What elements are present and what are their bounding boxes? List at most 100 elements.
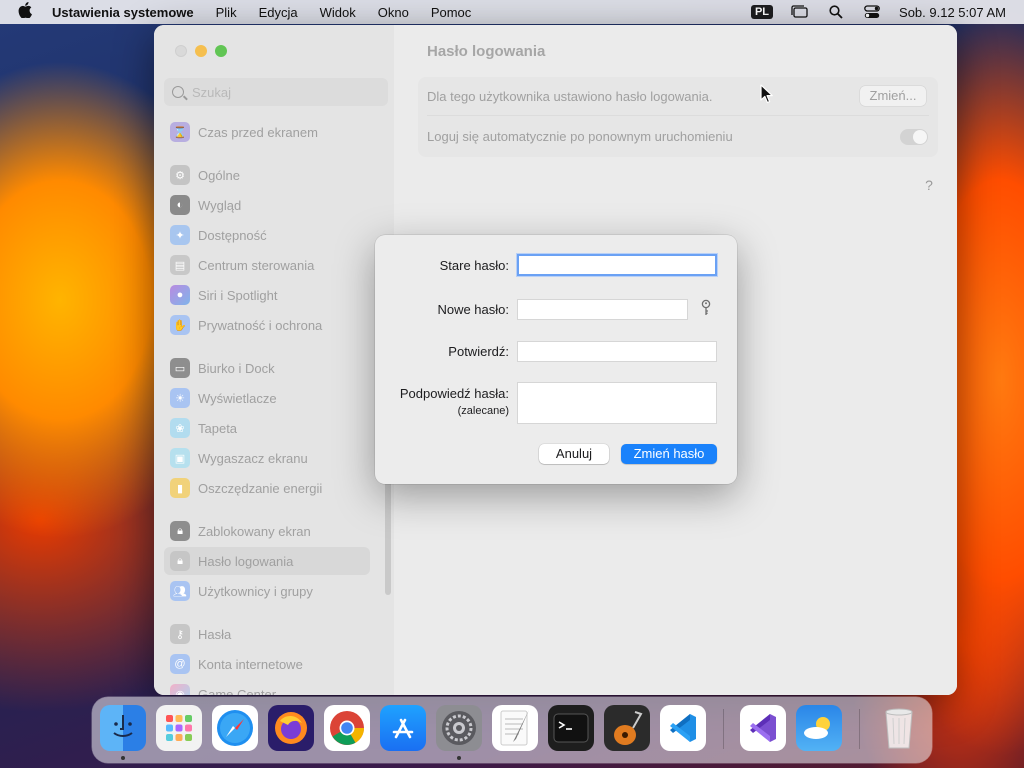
sidebar-item-label: Dostępność (198, 227, 267, 243)
sidebar-item-appearance[interactable]: ◐ Wygląd (164, 191, 370, 219)
sidebar-item-label: Czas przed ekranem (198, 124, 318, 140)
menu-bar-clock[interactable]: Sob. 9.12 5:07 AM (899, 5, 1006, 20)
password-hint-field[interactable] (517, 382, 717, 424)
zoom-button[interactable] (215, 45, 227, 57)
sidebar-item-label: Wygląd (198, 197, 242, 213)
minimize-button[interactable] (195, 45, 207, 57)
old-password-label: Stare hasło: (439, 258, 509, 273)
sidebar-item-lock-screen[interactable]: 🔒︎ Zablokowany ekran (164, 517, 370, 545)
new-password-field[interactable] (517, 299, 688, 320)
control-center-icon: ▤ (170, 255, 190, 275)
sidebar-item-label: Konta internetowe (198, 656, 303, 672)
launchpad-icon[interactable] (156, 705, 202, 751)
visual-studio-icon[interactable] (740, 705, 786, 751)
sidebar-item-energy[interactable]: ▮ Oszczędzanie energii (164, 474, 370, 502)
password-hint-sublabel: (zalecane) (457, 405, 509, 417)
terminal-icon[interactable] (548, 705, 594, 751)
sidebar-item-label: Hasło logowania (198, 553, 294, 569)
sidebar-scrollbar[interactable] (385, 480, 391, 595)
running-indicator (121, 756, 125, 760)
dock-icon: ▭ (170, 358, 190, 378)
menu-plik[interactable]: Plik (216, 5, 237, 20)
help-button[interactable]: ? (918, 174, 940, 196)
sidebar-item-login-password[interactable]: 🔒︎ Hasło logowania (164, 547, 370, 575)
spotlight-search-icon[interactable] (827, 5, 845, 19)
sidebar-item-wallpaper[interactable]: ❀ Tapeta (164, 414, 370, 442)
sun-icon: ☀ (170, 388, 190, 408)
sidebar-search[interactable]: Szukaj (164, 78, 388, 106)
sidebar-item-screen-time[interactable]: ⌛ Czas przed ekranem (164, 118, 370, 146)
sidebar-item-label: Centrum sterowania (198, 257, 315, 273)
apple-menu-icon[interactable] (18, 2, 40, 22)
menu-okno[interactable]: Okno (378, 5, 409, 20)
sidebar-item-users-groups[interactable]: 👥︎ Użytkownicy i grupy (164, 577, 370, 605)
cancel-button[interactable]: Anuluj (539, 444, 609, 464)
password-assistant-key-icon[interactable] (697, 299, 715, 317)
safari-icon[interactable] (212, 705, 258, 751)
wallpaper-icon: ❀ (170, 418, 190, 438)
chrome-icon[interactable] (324, 705, 370, 751)
vscode-icon[interactable] (660, 705, 706, 751)
lock-icon: 🔒︎ (170, 551, 190, 571)
search-input[interactable]: Szukaj (192, 85, 231, 100)
menu-edycja[interactable]: Edycja (259, 5, 298, 20)
system-settings-icon[interactable] (436, 705, 482, 751)
menu-app-name[interactable]: Ustawienia systemowe (52, 5, 194, 20)
dock-separator (723, 709, 724, 749)
input-source-indicator[interactable]: PL (750, 5, 774, 19)
sidebar-item-internet-accounts[interactable]: @ Konta internetowe (164, 650, 370, 678)
sidebar-item-label: Wyświetlacze (198, 390, 277, 406)
sidebar: Szukaj ⌛ Czas przed ekranem ⚙ Ogólne ◐ W… (154, 25, 394, 695)
sidebar-item-accessibility[interactable]: ✦ Dostępność (164, 221, 370, 249)
sidebar-item-screensaver[interactable]: ▣ Wygaszacz ekranu (164, 444, 370, 472)
search-icon (172, 86, 184, 98)
sidebar-item-general[interactable]: ⚙ Ogólne (164, 161, 370, 189)
finder-icon[interactable] (100, 705, 146, 751)
confirm-password-field[interactable] (517, 341, 717, 362)
change-password-dialog: Stare hasło: Nowe hasło: Potwierdź: Podp… (375, 235, 737, 484)
old-password-field[interactable] (517, 254, 717, 276)
sidebar-item-control-center[interactable]: ▤ Centrum sterowania (164, 251, 370, 279)
close-button[interactable] (175, 45, 187, 57)
stage-manager-icon[interactable] (791, 5, 809, 19)
auto-login-toggle[interactable] (900, 129, 928, 145)
accessibility-icon: ✦ (170, 225, 190, 245)
control-center-icon[interactable] (863, 5, 881, 19)
trash-icon[interactable] (876, 705, 922, 751)
sidebar-item-label: Biurko i Dock (198, 360, 275, 376)
sidebar-item-label: Siri i Spotlight (198, 287, 278, 303)
password-status-text: Dla tego użytkownika ustawiono hasło log… (427, 89, 713, 104)
garageband-icon[interactable] (604, 705, 650, 751)
change-password-button[interactable]: Zmień... (860, 86, 926, 106)
sidebar-item-label: Zablokowany ekran (198, 523, 311, 539)
sidebar-item-label: Ogólne (198, 167, 240, 183)
app-store-icon[interactable] (380, 705, 426, 751)
firefox-icon[interactable] (268, 705, 314, 751)
gear-icon: ⚙ (170, 165, 190, 185)
sidebar-item-label: Oszczędzanie energii (198, 480, 323, 496)
sidebar-item-desktop-dock[interactable]: ▭ Biurko i Dock (164, 354, 370, 382)
window-controls (175, 45, 227, 57)
users-icon: 👥︎ (170, 581, 190, 601)
page-title: Hasło logowania (427, 43, 546, 60)
sidebar-item-label: Wygaszacz ekranu (198, 450, 308, 466)
sidebar-item-label: Tapeta (198, 420, 238, 436)
hand-icon: ✋ (170, 315, 190, 335)
menu-bar: Ustawienia systemowe Plik Edycja Widok O… (0, 0, 1024, 24)
change-password-confirm-button[interactable]: Zmień hasło (621, 444, 717, 464)
menu-pomoc[interactable]: Pomoc (431, 5, 471, 20)
new-password-label: Nowe hasło: (437, 302, 509, 317)
sidebar-item-game-center[interactable]: ◉ Game Center (164, 680, 370, 695)
weather-icon[interactable] (796, 705, 842, 751)
menu-widok[interactable]: Widok (320, 5, 356, 20)
sidebar-item-passwords[interactable]: ⚷ Hasła (164, 620, 370, 648)
sidebar-item-displays[interactable]: ☀ Wyświetlacze (164, 384, 370, 412)
game-center-icon: ◉ (170, 684, 190, 695)
screensaver-icon: ▣ (170, 448, 190, 468)
textedit-icon[interactable] (492, 705, 538, 751)
sidebar-item-privacy[interactable]: ✋ Prywatność i ochrona (164, 311, 370, 339)
auto-login-label: Loguj się automatycznie po ponownym uruc… (427, 129, 733, 144)
sidebar-item-siri[interactable]: ● Siri i Spotlight (164, 281, 370, 309)
menu-bar-extras: PL Sob. 9.12 5:07 AM (750, 5, 1006, 20)
password-hint-label: Podpowiedź hasła: (399, 386, 509, 401)
